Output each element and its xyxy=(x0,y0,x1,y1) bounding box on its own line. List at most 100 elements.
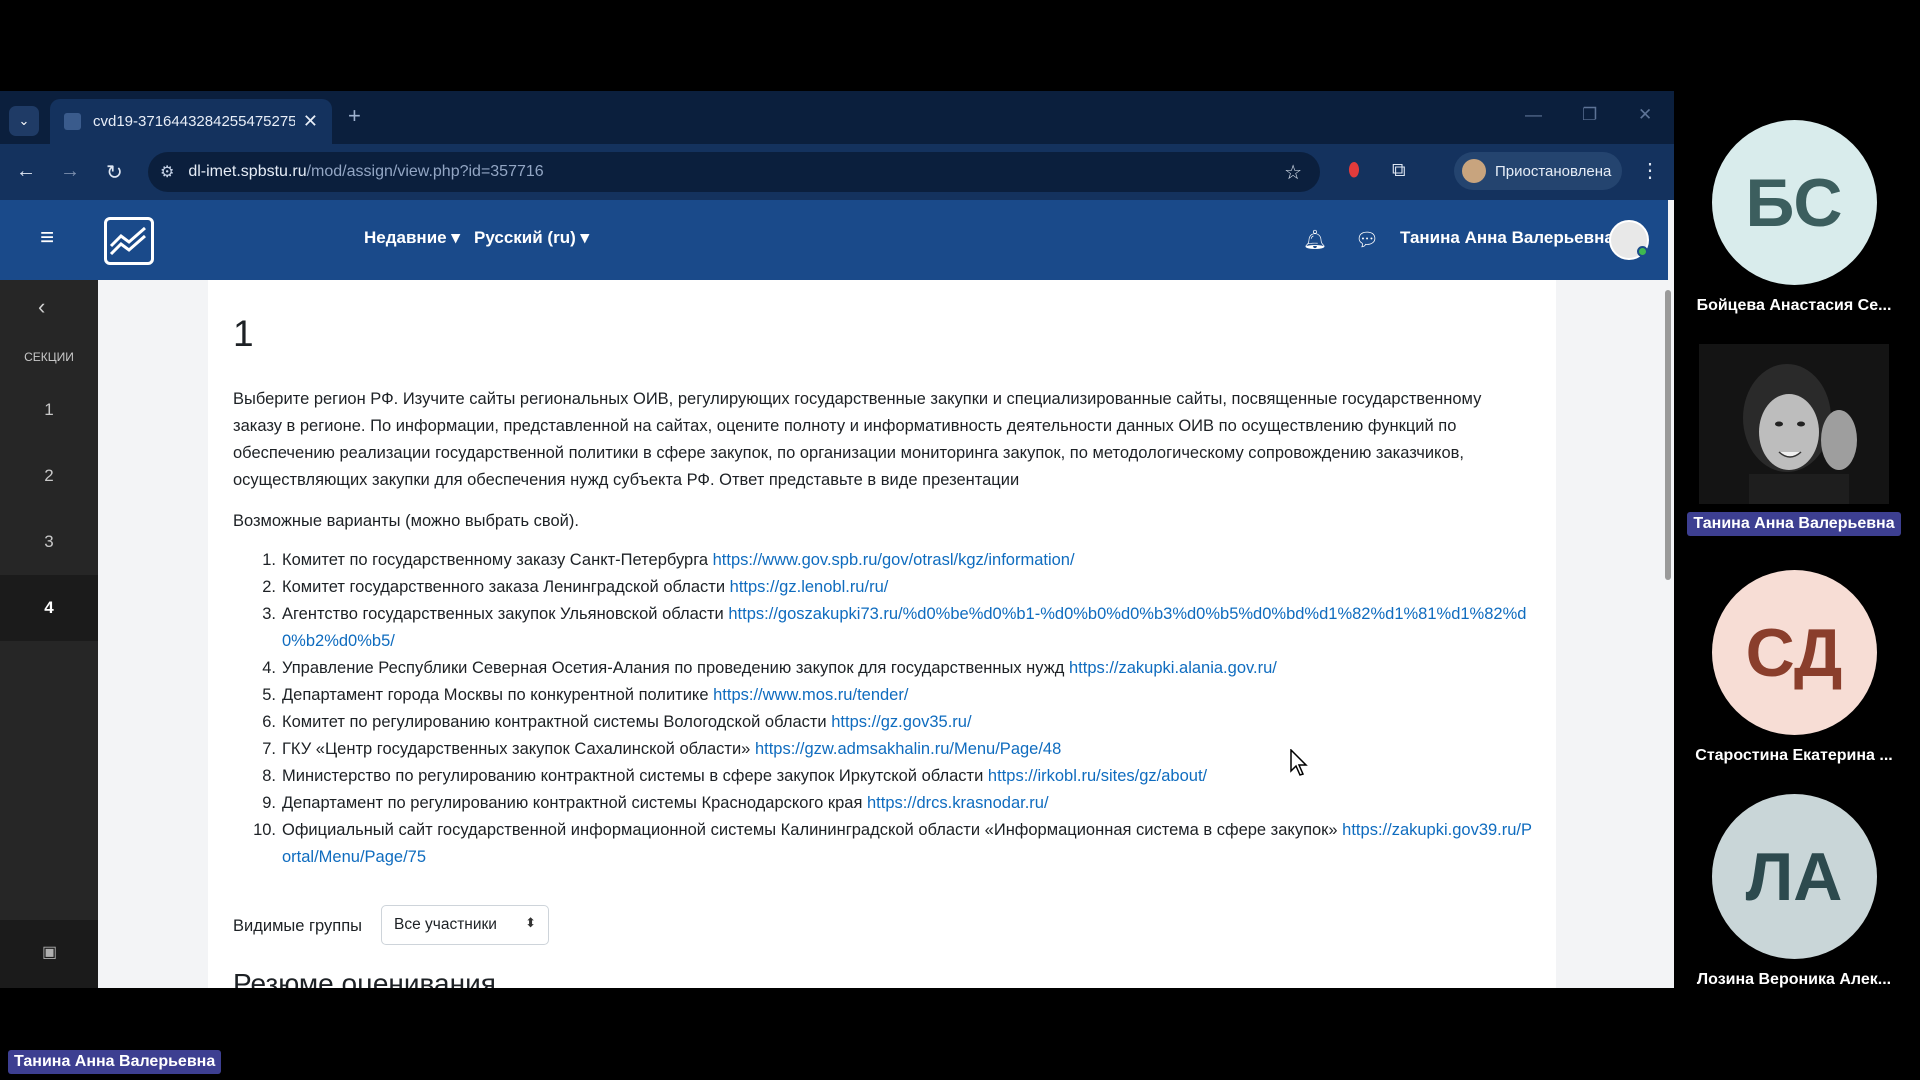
option-body: Агентство государственных закупок Ульяно… xyxy=(282,601,1533,655)
option-text: Комитет по регулированию контрактной сис… xyxy=(282,713,832,731)
option-link[interactable]: https://www.gov.spb.ru/gov/otrasl/kgz/in… xyxy=(713,551,1075,569)
option-body: Комитет по регулированию контрактной сис… xyxy=(282,709,1533,736)
profile-button[interactable]: Приостановлена xyxy=(1454,152,1622,190)
option-item: 1. Комитет по государственному заказу Сан… xyxy=(233,547,1533,574)
profile-label: Приостановлена xyxy=(1495,162,1612,180)
option-body: Департамент по регулированию контрактной… xyxy=(282,790,1533,817)
extensions-puzzle-icon[interactable]: ⧉ xyxy=(1392,160,1406,182)
option-link[interactable]: https://irkobl.ru/sites/gz/about/ xyxy=(988,767,1207,785)
address-bar[interactable]: ⚙ dl-imet.spbstu.ru/mod/assign/view.php?… xyxy=(148,152,1320,192)
course-index-item-4[interactable]: 4 xyxy=(0,575,98,641)
option-link[interactable]: https://www.mos.ru/tender/ xyxy=(713,686,908,704)
tab-strip: ⌄ cvd19-3716443284255475275 ✕ + — ❐ ✕ xyxy=(0,91,1674,144)
options-list: 1. Комитет по государственному заказу Сан… xyxy=(233,547,1533,871)
active-speaker-label: Танина Анна Валерьевна xyxy=(8,1050,222,1074)
chevron-left-icon[interactable]: ‹ xyxy=(38,294,45,320)
participant-name: Лозина Вероника Алек... xyxy=(1696,971,1892,988)
assignment-description: Выберите регион РФ. Изучите сайты регион… xyxy=(233,390,1482,489)
option-text: Управление Республики Северная Осетия-Ал… xyxy=(282,659,1069,677)
option-number: 4. xyxy=(262,659,276,677)
option-body: Министерство по регулированию контрактно… xyxy=(282,763,1533,790)
participant-tile-2[interactable]: Танина Анна Валерьевна xyxy=(1684,344,1904,536)
option-body: Комитет государственного заказа Ленингра… xyxy=(282,574,1533,601)
tab-list-button[interactable]: ⌄ xyxy=(9,106,39,136)
close-tab-icon[interactable]: ✕ xyxy=(303,111,318,132)
chevron-down-icon: ⌄ xyxy=(18,113,30,128)
option-number: 3. xyxy=(262,605,276,623)
option-number: 7. xyxy=(262,740,276,758)
extension-shield-icon[interactable]: ⬮ xyxy=(1348,160,1360,182)
page-scrollbar[interactable] xyxy=(1665,290,1671,580)
new-tab-icon[interactable]: + xyxy=(348,103,361,129)
participant-name: Бойцева Анастасия Се... xyxy=(1696,297,1892,314)
option-text: Комитет государственного заказа Ленингра… xyxy=(282,578,730,596)
participant-tile-4[interactable]: ЛА Лозина Вероника Алек... xyxy=(1684,794,1904,989)
option-body: Департамент города Москвы по конкурентно… xyxy=(282,682,1533,709)
participant-video xyxy=(1699,344,1889,504)
screen: ⌄ cvd19-3716443284255475275 ✕ + — ❐ ✕ ← … xyxy=(0,0,1920,1080)
option-number: 5. xyxy=(262,686,276,704)
option-item: 10. Официальный сайт государственной инфо… xyxy=(233,817,1533,871)
option-number: 10. xyxy=(253,821,276,839)
bookmark-star-icon[interactable]: ☆ xyxy=(1284,160,1302,185)
browser-toolbar: ← → ↻ ⚙ dl-imet.spbstu.ru/mod/assign/vie… xyxy=(0,144,1674,200)
tab-title: cvd19-3716443284255475275 xyxy=(93,113,295,130)
site-info-icon[interactable]: ⚙ xyxy=(160,162,174,182)
user-menu-name[interactable]: Танина Анна Валерьевна xyxy=(1400,228,1614,248)
participant-name: Старостина Екатерина ... xyxy=(1695,747,1893,764)
hamburger-icon[interactable]: ≡ xyxy=(40,224,54,252)
visible-groups-select[interactable]: Все участники ⬍ xyxy=(381,905,549,945)
back-icon[interactable]: ← xyxy=(16,160,36,183)
reload-icon[interactable]: ↻ xyxy=(106,160,123,185)
option-text: ГКУ «Центр государственных закупок Сахал… xyxy=(282,740,755,758)
participant-tile-1[interactable]: БС Бойцева Анастасия Се... xyxy=(1684,120,1904,315)
course-index-footer: ▣ xyxy=(0,920,98,988)
participant-avatar: БС xyxy=(1711,120,1877,285)
forward-icon[interactable]: → xyxy=(60,160,80,183)
option-number: 8. xyxy=(262,767,276,785)
course-index-item-2[interactable]: 2 xyxy=(0,443,98,509)
course-index-item-1[interactable]: 1 xyxy=(0,377,98,443)
visible-groups-value: Все участники xyxy=(394,916,497,933)
course-index-item-3[interactable]: 3 xyxy=(0,509,98,575)
option-text: Министерство по регулированию контрактно… xyxy=(282,767,988,785)
mouse-cursor-icon xyxy=(1290,749,1308,776)
language-menu[interactable]: Русский (ru) ▾ xyxy=(474,228,589,248)
url-path: /mod/assign/view.php?id=357716 xyxy=(306,163,544,180)
option-link[interactable]: https://zakupki.alania.gov.ru/ xyxy=(1069,659,1277,677)
profile-avatar xyxy=(1462,159,1486,183)
browser-menu-icon[interactable]: ⋮ xyxy=(1640,158,1660,183)
option-link[interactable]: https://gz.gov35.ru/ xyxy=(831,713,971,731)
course-index-heading: СЕКЦИИ xyxy=(24,350,74,364)
url-host: dl-imet.spbstu.ru xyxy=(188,163,307,180)
site-logo[interactable] xyxy=(104,217,154,265)
option-body: Комитет по государственному заказу Санкт… xyxy=(282,547,1533,574)
grading-summary-heading: Резюме оценивания xyxy=(233,968,496,988)
option-text: Комитет по государственному заказу Санкт… xyxy=(282,551,713,569)
logo-graph-icon xyxy=(109,226,146,256)
favicon-icon xyxy=(64,113,81,130)
participant-name-highlighted: Танина Анна Валерьевна xyxy=(1687,512,1901,536)
page-title: 1 xyxy=(233,313,254,354)
option-link[interactable]: https://gzw.admsakhalin.ru/Menu/Page/48 xyxy=(755,740,1061,758)
participant-tile-3[interactable]: СД Старостина Екатерина ... xyxy=(1684,570,1904,765)
option-item: 3. Агентство государственных закупок Улья… xyxy=(233,601,1533,655)
option-link[interactable]: https://gz.lenobl.ru/ru/ xyxy=(730,578,889,596)
option-text: Агентство государственных закупок Ульяно… xyxy=(282,605,729,623)
archive-icon[interactable]: ▣ xyxy=(42,942,57,962)
user-avatar[interactable] xyxy=(1609,220,1649,260)
recent-menu[interactable]: Недавние ▾ xyxy=(364,228,460,248)
option-number: 2. xyxy=(262,578,276,596)
option-body: ГКУ «Центр государственных закупок Сахал… xyxy=(282,736,1533,763)
page-viewport: ≡ Недавние ▾ Русский (ru) ▾ 🔔︎ 💬︎ Танина… xyxy=(0,200,1674,988)
option-item: 9. Департамент по регулированию контрактн… xyxy=(233,790,1533,817)
browser-window: ⌄ cvd19-3716443284255475275 ✕ + — ❐ ✕ ← … xyxy=(0,91,1674,988)
bell-icon[interactable]: 🔔︎ xyxy=(1303,228,1327,252)
browser-tab[interactable]: cvd19-3716443284255475275 ✕ xyxy=(50,99,332,144)
option-text: Департамент по регулированию контрактной… xyxy=(282,794,867,812)
restore-icon[interactable]: ❐ xyxy=(1582,105,1597,125)
option-link[interactable]: https://drcs.krasnodar.ru/ xyxy=(867,794,1049,812)
close-window-icon[interactable]: ✕ xyxy=(1638,105,1652,125)
minimize-icon[interactable]: — xyxy=(1525,105,1542,125)
chat-bubble-icon[interactable]: 💬︎ xyxy=(1355,228,1379,252)
